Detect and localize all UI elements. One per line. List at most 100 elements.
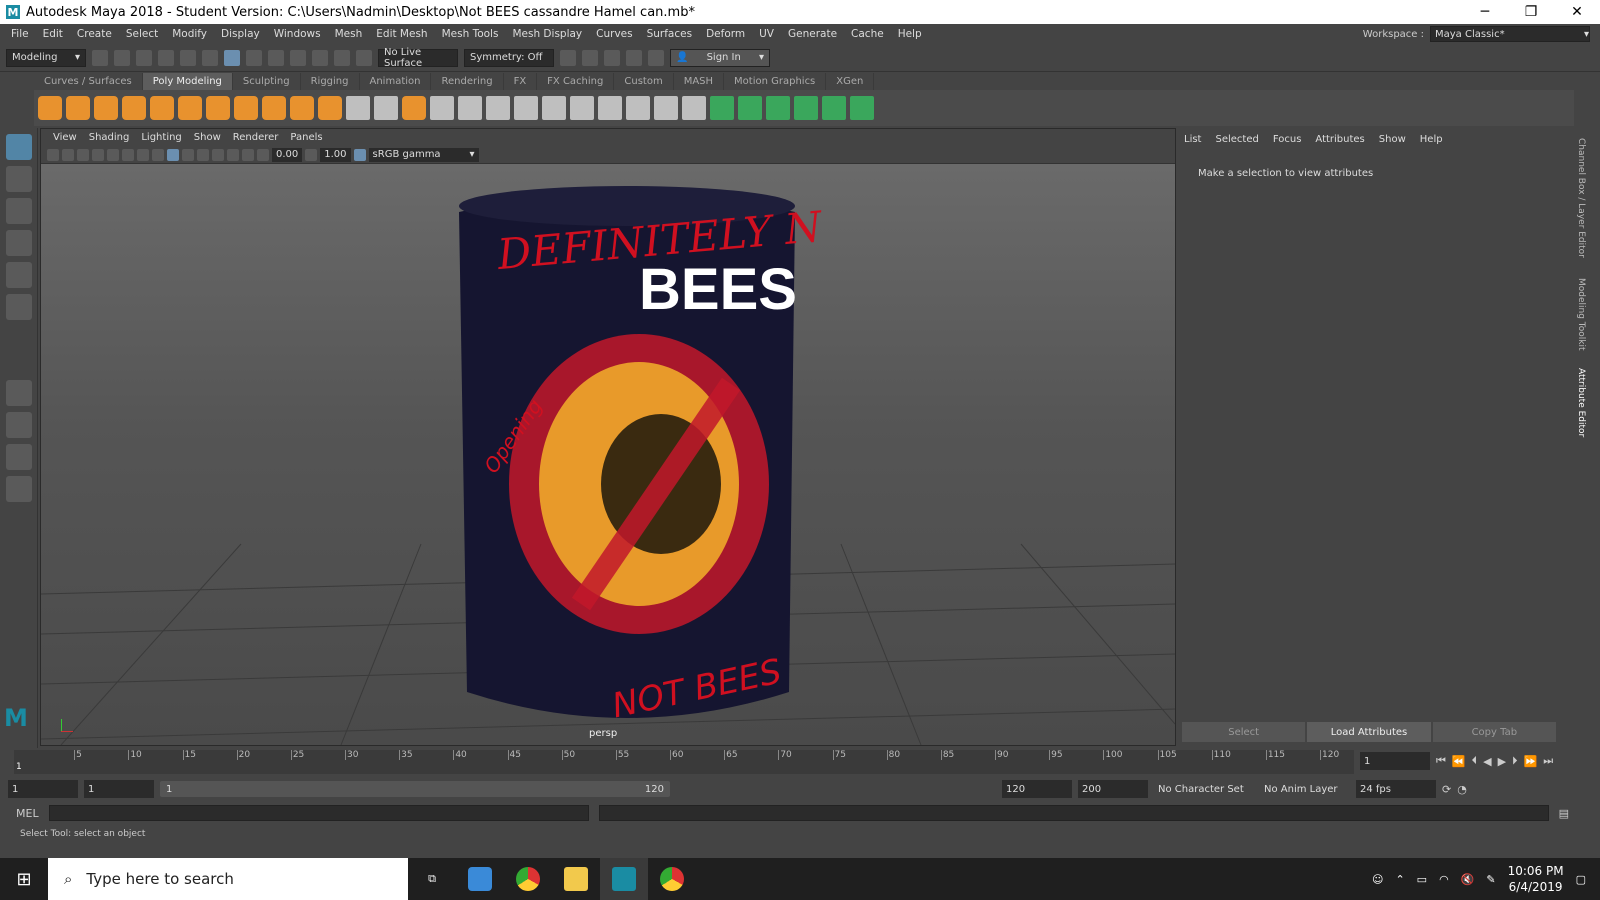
pause-icon[interactable]: [648, 49, 664, 66]
textured-icon[interactable]: [182, 148, 194, 161]
new-scene-icon[interactable]: [92, 49, 108, 66]
shelf-tab-rendering[interactable]: Rendering: [431, 73, 504, 90]
poly-cone-icon[interactable]: [122, 96, 146, 120]
menu-generate[interactable]: Generate: [781, 28, 844, 40]
select-hierarchy-icon[interactable]: [202, 49, 218, 66]
live-surface-field[interactable]: No Live Surface: [378, 47, 458, 69]
combine-icon[interactable]: [346, 96, 370, 120]
maya-taskbar-icon[interactable]: [600, 858, 648, 900]
bridge-icon[interactable]: [430, 96, 454, 120]
file-explorer-icon[interactable]: [552, 858, 600, 900]
ae-menu-show[interactable]: Show: [1379, 134, 1406, 145]
viewport-menu-show[interactable]: Show: [188, 132, 227, 143]
uv-cut-icon[interactable]: [850, 96, 874, 120]
workspace-dropdown[interactable]: Maya Classic* ▾: [1430, 26, 1590, 42]
anim-layer-dropdown[interactable]: No Anim Layer: [1260, 780, 1350, 798]
taskbar-search[interactable]: ⌕ Type here to search: [48, 858, 408, 900]
paint-select-icon[interactable]: [6, 198, 32, 224]
exposure-icon[interactable]: [257, 148, 269, 161]
range-slider-bar[interactable]: 1 120: [160, 781, 670, 797]
app-icon-paint[interactable]: [456, 858, 504, 900]
ae-select-button[interactable]: Select: [1182, 722, 1306, 742]
menu-display[interactable]: Display: [214, 28, 267, 40]
two-view-icon[interactable]: [6, 444, 32, 470]
uv-auto-icon[interactable]: [794, 96, 818, 120]
current-frame-field[interactable]: 1: [1360, 752, 1430, 770]
menu-cache[interactable]: Cache: [844, 28, 891, 40]
menu-surfaces[interactable]: Surfaces: [640, 28, 699, 40]
svg-icon[interactable]: [318, 96, 342, 120]
shelf-tab-motion-graphics[interactable]: Motion Graphics: [724, 73, 827, 90]
render-icon[interactable]: [560, 49, 576, 66]
mirror-icon[interactable]: [682, 96, 706, 120]
chrome-icon-2[interactable]: [648, 858, 696, 900]
task-view-icon[interactable]: ⧉: [408, 858, 456, 900]
poly-cube-icon[interactable]: [66, 96, 90, 120]
ae-menu-focus[interactable]: Focus: [1273, 134, 1302, 145]
playback-start-field[interactable]: 1: [84, 780, 154, 798]
viewport-menu-view[interactable]: View: [47, 132, 83, 143]
gamma-field[interactable]: 1.00: [320, 147, 351, 162]
separate-icon[interactable]: [374, 96, 398, 120]
snap-point-icon[interactable]: [312, 49, 328, 66]
snap-surface-icon[interactable]: [356, 49, 372, 66]
close-button[interactable]: ✕: [1554, 0, 1600, 24]
auto-key-icon[interactable]: ◔: [1457, 783, 1467, 796]
step-back-frame-icon[interactable]: ⏴: [1472, 754, 1478, 768]
select-object-icon[interactable]: [224, 49, 240, 66]
animation-end-field[interactable]: 200: [1078, 780, 1148, 798]
sign-in-button[interactable]: 👤 Sign In ▾: [670, 48, 770, 67]
fps-dropdown[interactable]: 24 fps: [1356, 780, 1436, 798]
fill-hole-icon[interactable]: [514, 96, 538, 120]
xray-icon[interactable]: [227, 148, 239, 161]
poly-torus-icon[interactable]: [150, 96, 174, 120]
time-slider-track[interactable]: 1 5 10 15 20 25 30 35 40 45 50 55 60 65 70 75 80 85 90 95 1…: [14, 750, 1354, 774]
lasso-tool-icon[interactable]: [6, 166, 32, 192]
minimize-button[interactable]: ─: [1462, 0, 1508, 24]
side-tab-channel-box[interactable]: Channel Box / Layer Editor: [1576, 138, 1586, 258]
text-icon[interactable]: [290, 96, 314, 120]
menu-uv[interactable]: UV: [752, 28, 781, 40]
people-icon[interactable]: ☺: [1372, 873, 1383, 886]
loop-icon[interactable]: ⟳: [1442, 783, 1451, 796]
symmetry-dropdown[interactable]: Symmetry: Off: [464, 48, 554, 67]
step-forward-key-icon[interactable]: ⏩: [1524, 755, 1538, 768]
ae-menu-attributes[interactable]: Attributes: [1315, 134, 1364, 145]
menu-curves[interactable]: Curves: [589, 28, 639, 40]
menu-edit[interactable]: Edit: [36, 28, 70, 40]
color-management-icon[interactable]: [353, 148, 366, 161]
rotate-tool-icon[interactable]: [6, 262, 32, 288]
super-shape-icon[interactable]: [262, 96, 286, 120]
open-scene-icon[interactable]: [114, 49, 130, 66]
viewport-scene[interactable]: DEFINITELY N BEES Opening NOT BEES persp: [40, 164, 1176, 746]
character-set-dropdown[interactable]: No Character Set: [1154, 780, 1254, 798]
move-tool-icon[interactable]: [6, 230, 32, 256]
exposure-field[interactable]: 0.00: [272, 147, 303, 162]
shelf-tab-fx[interactable]: FX: [504, 73, 538, 90]
menu-file[interactable]: File: [4, 28, 36, 40]
playback-end-field[interactable]: 120: [1002, 780, 1072, 798]
shelf-tab-rigging[interactable]: Rigging: [301, 73, 360, 90]
shadows-icon[interactable]: [212, 148, 224, 161]
shelf-tab-sculpting[interactable]: Sculpting: [233, 73, 301, 90]
grid-icon[interactable]: [107, 148, 119, 161]
menu-help[interactable]: Help: [891, 28, 929, 40]
four-view-icon[interactable]: [6, 412, 32, 438]
shelf-tab-xgen[interactable]: XGen: [826, 73, 875, 90]
bevel-icon[interactable]: [486, 96, 510, 120]
ae-load-attributes-button[interactable]: Load Attributes: [1307, 722, 1431, 742]
scale-tool-icon[interactable]: [6, 294, 32, 320]
hypershade-icon[interactable]: [626, 49, 642, 66]
isolate-icon[interactable]: [242, 148, 254, 161]
uv-spherical-icon[interactable]: [766, 96, 790, 120]
wireframe-icon[interactable]: [152, 148, 164, 161]
step-back-key-icon[interactable]: ⏪: [1452, 755, 1466, 768]
resolution-gate-icon[interactable]: [137, 148, 149, 161]
command-language-label[interactable]: MEL: [16, 807, 39, 820]
animation-start-field[interactable]: 1: [8, 780, 78, 798]
redo-icon[interactable]: [180, 49, 196, 66]
menu-windows[interactable]: Windows: [267, 28, 328, 40]
select-tool-icon[interactable]: [6, 134, 32, 160]
volume-icon[interactable]: 🔇: [1461, 873, 1475, 886]
smooth-icon[interactable]: [402, 96, 426, 120]
